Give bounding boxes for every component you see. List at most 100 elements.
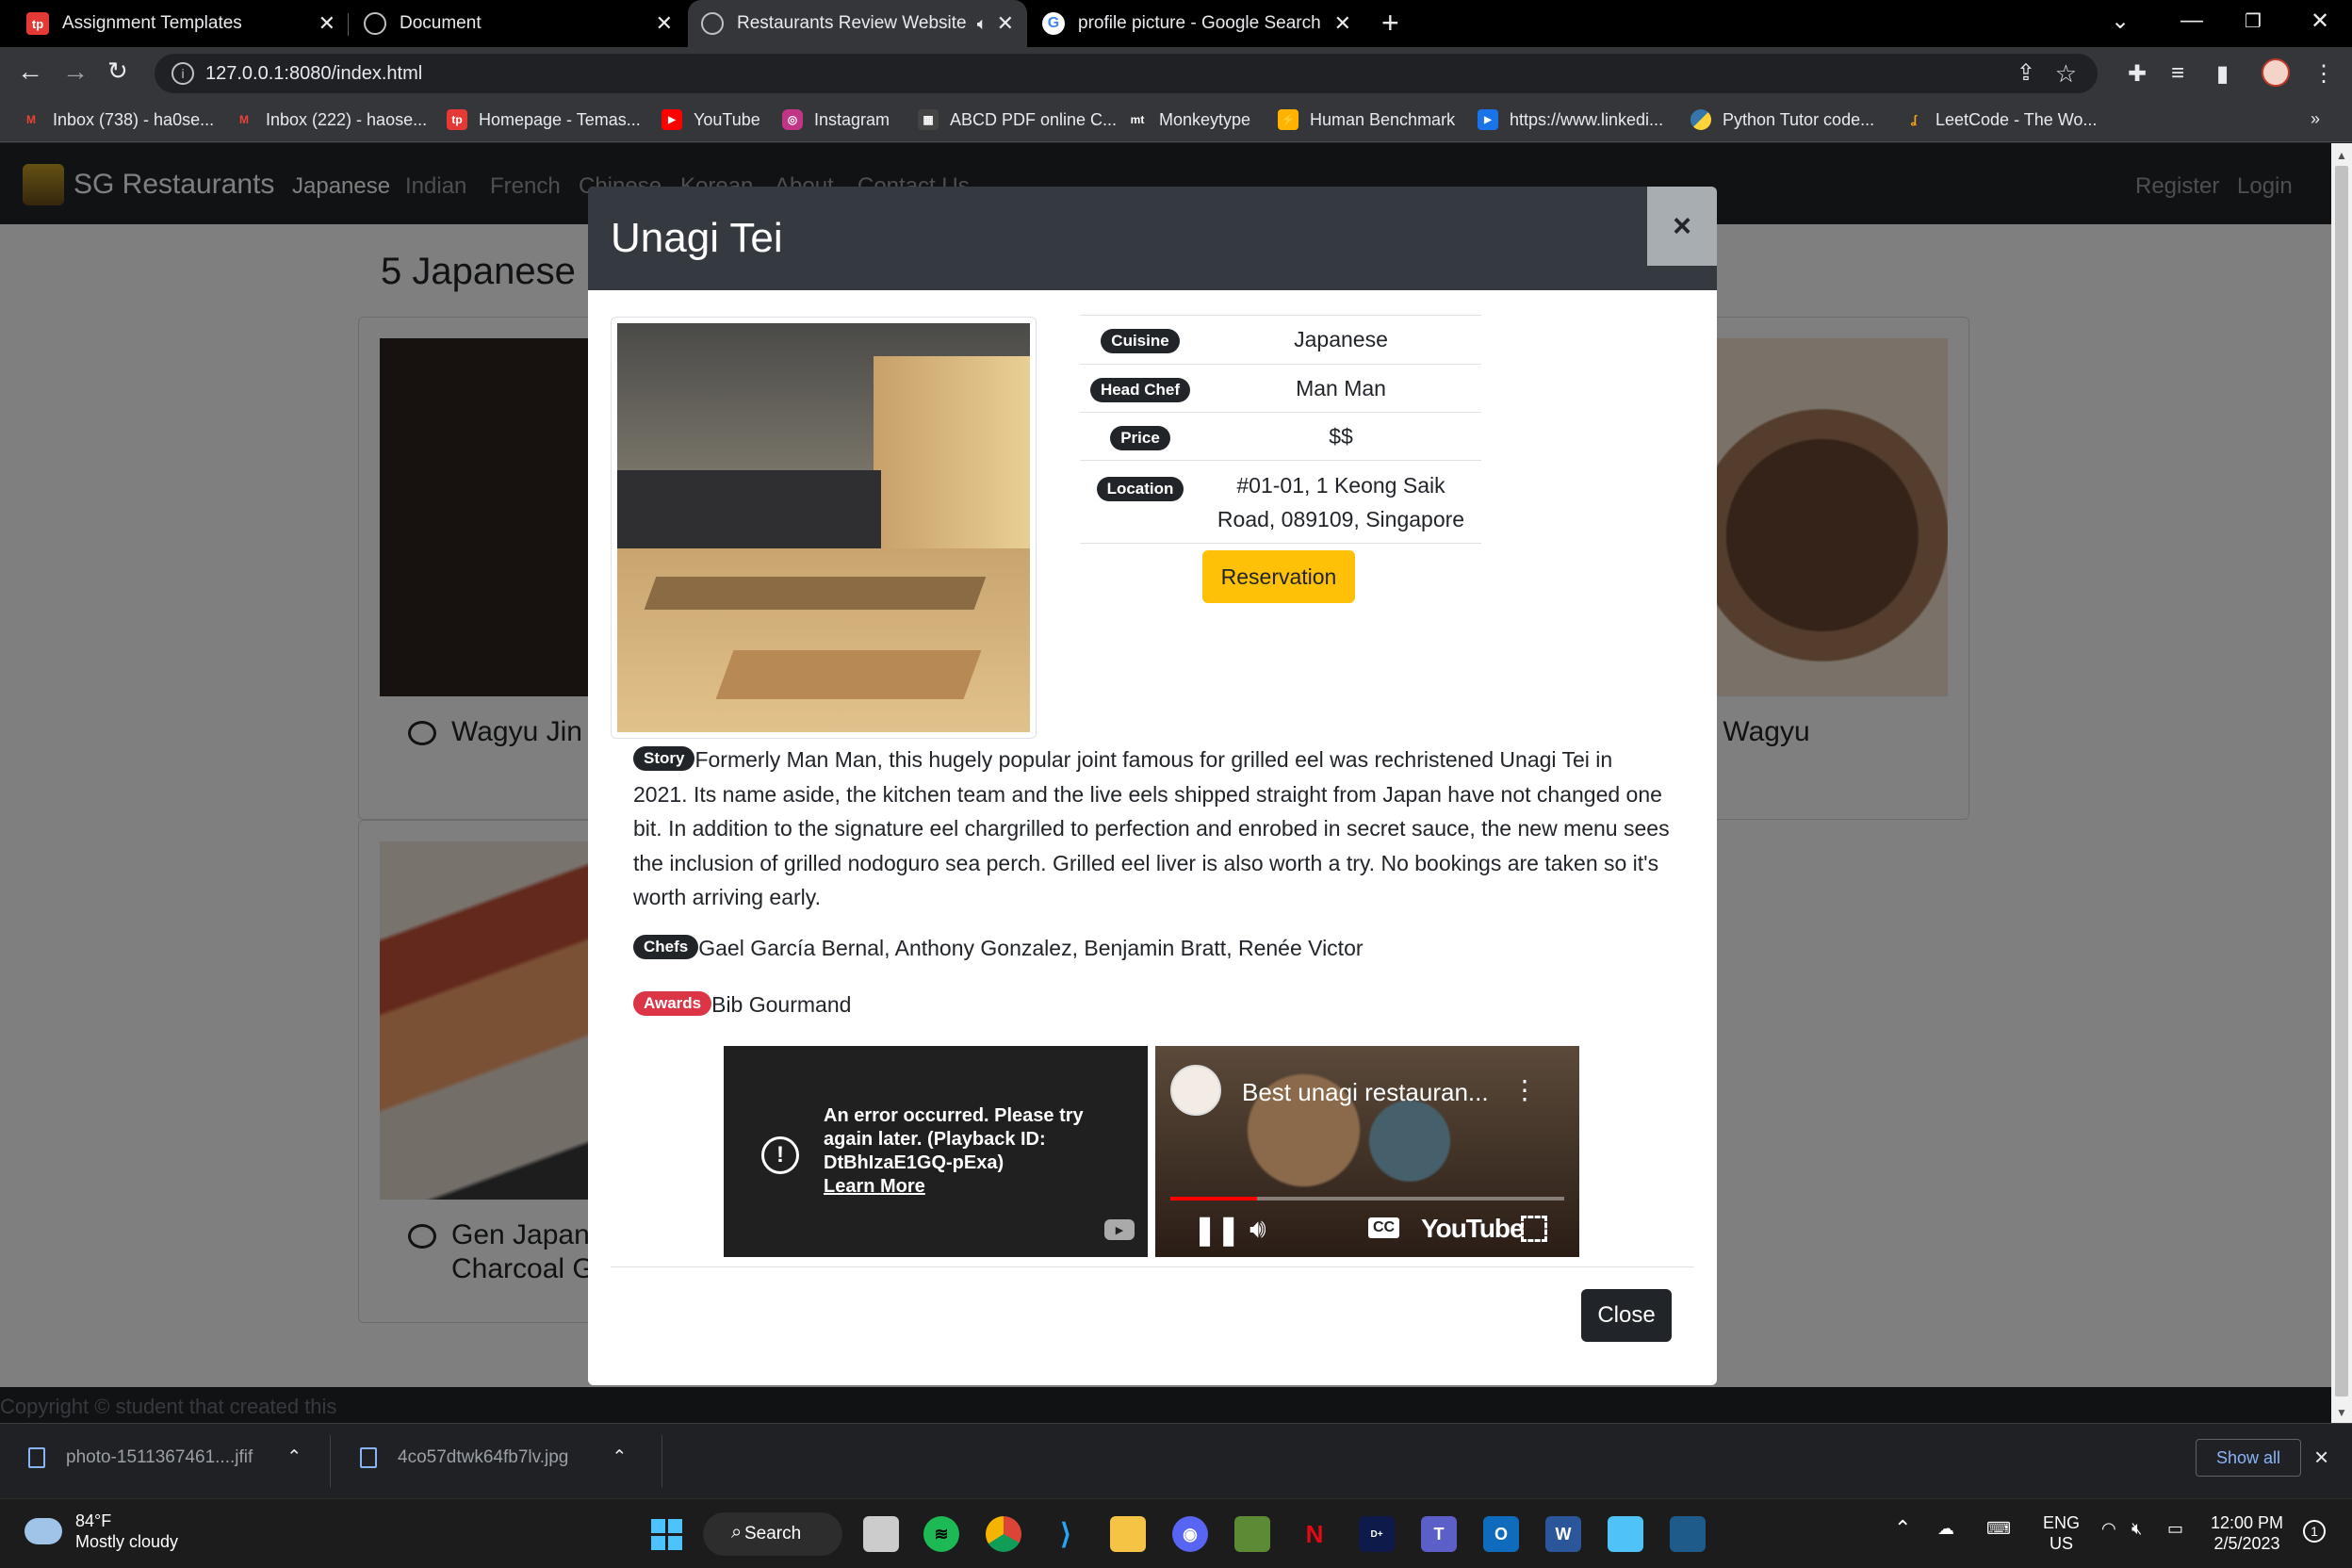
- back-icon[interactable]: ←: [17, 57, 43, 87]
- bookmark-star-icon[interactable]: ☆: [2055, 59, 2077, 89]
- start-icon[interactable]: [648, 1516, 684, 1552]
- show-all-button[interactable]: Show all: [2196, 1439, 2301, 1477]
- teams-icon[interactable]: T: [1421, 1516, 1457, 1552]
- bookmark-item[interactable]: mt Monkeytype: [1127, 109, 1250, 130]
- bookmark-item[interactable]: ʆ LeetCode - The Wo...: [1903, 109, 2098, 130]
- mute-icon[interactable]: 🔇︎: [2132, 1518, 2142, 1539]
- keyboard-icon[interactable]: ⌨: [1986, 1518, 2011, 1539]
- battery-icon[interactable]: ▭: [2167, 1518, 2183, 1539]
- minimize-icon[interactable]: —: [2180, 8, 2203, 34]
- speaker-icon[interactable]: 🔈︎: [977, 14, 988, 34]
- extensions-icon[interactable]: ✚: [2128, 60, 2147, 88]
- outlook-icon[interactable]: O: [1483, 1516, 1519, 1552]
- netflix-icon[interactable]: N: [1297, 1516, 1332, 1552]
- bookmark-item[interactable]: Python Tutor code...: [1690, 109, 1874, 130]
- chevron-up-icon[interactable]: ⌃: [286, 1446, 302, 1468]
- cloud-icon: [24, 1518, 62, 1544]
- reload-icon[interactable]: ↻: [107, 57, 128, 86]
- menu-icon[interactable]: ⋮: [2312, 60, 2335, 88]
- bookmark-item[interactable]: tp Homepage - Temas...: [447, 109, 641, 130]
- error-message: An error occurred. Please try again late…: [824, 1104, 1084, 1199]
- video-title[interactable]: Best unagi restauran...: [1242, 1078, 1489, 1107]
- learn-more-link[interactable]: Learn More: [824, 1175, 1084, 1199]
- file-explorer-icon[interactable]: [1110, 1516, 1146, 1552]
- youtube-wordmark[interactable]: YouTube: [1421, 1214, 1525, 1244]
- gmail-icon: M: [239, 113, 249, 126]
- profile-avatar[interactable]: [2262, 58, 2290, 87]
- location-line: Road, 089109, Singapore: [1217, 506, 1465, 531]
- globe-icon: [364, 12, 386, 35]
- video-embed-error[interactable]: ! An error occurred. Please try again la…: [724, 1046, 1148, 1257]
- tab-search-icon[interactable]: ⌄: [2111, 8, 2130, 35]
- close-tab-icon[interactable]: ✕: [1334, 11, 1351, 36]
- cc-icon[interactable]: CC: [1368, 1217, 1400, 1238]
- bookmarks-bar: M Inbox (738) - ha0se... M Inbox (222) - h…: [0, 100, 2352, 142]
- minecraft-icon[interactable]: [1234, 1516, 1270, 1552]
- snipping-tool-icon[interactable]: [1670, 1516, 1706, 1552]
- youtube-logo-icon[interactable]: ▶: [1104, 1219, 1135, 1240]
- spotify-icon[interactable]: ≋: [923, 1516, 959, 1552]
- weather-widget[interactable]: 84°F Mostly cloudy: [24, 1511, 178, 1552]
- address-bar[interactable]: i 127.0.0.1:8080/index.html ⇪ ☆: [155, 54, 2098, 93]
- tab-restaurants-review[interactable]: Restaurants Review Website 🔈︎ ✕: [688, 0, 1027, 47]
- discord-icon[interactable]: ◉: [1172, 1516, 1208, 1552]
- taskbar-search[interactable]: ⌕ Search: [703, 1512, 842, 1556]
- bookmark-item[interactable]: ◎ Instagram: [782, 109, 890, 130]
- table-divider: [1080, 543, 1481, 544]
- channel-avatar[interactable]: [1170, 1065, 1221, 1116]
- scroll-thumb[interactable]: [2335, 166, 2348, 1396]
- restore-icon[interactable]: ❐: [2245, 9, 2262, 33]
- time-text: 12:00 PM: [2211, 1513, 2284, 1532]
- bookmark-label: YouTube: [694, 109, 760, 129]
- download-item[interactable]: photo-1511367461....jfif ⌃: [28, 1446, 302, 1468]
- bookmark-item[interactable]: ▶ YouTube: [662, 109, 760, 130]
- bookmark-item[interactable]: ▦ ABCD PDF online C...: [918, 109, 1117, 130]
- scroll-up-icon[interactable]: ▲: [2336, 149, 2347, 162]
- window-close-icon[interactable]: ✕: [2311, 8, 2329, 35]
- video-menu-icon[interactable]: ⋮: [1511, 1074, 1538, 1105]
- video-embed-player[interactable]: Best unagi restauran... ⋮ ❚❚ 🔊︎ CC YouTu…: [1155, 1046, 1579, 1257]
- media-control-icon[interactable]: ≡: [2171, 60, 2184, 87]
- chrome-icon[interactable]: [986, 1516, 1021, 1552]
- bookmark-label: Monkeytype: [1159, 109, 1251, 129]
- site-info-icon[interactable]: i: [172, 62, 194, 85]
- scroll-down-icon[interactable]: ▼: [2336, 1406, 2347, 1419]
- tray-overflow-icon[interactable]: ⌃: [1894, 1518, 1911, 1539]
- modal-close-x-button[interactable]: ×: [1647, 187, 1717, 266]
- chevron-up-icon[interactable]: ⌃: [612, 1446, 627, 1468]
- bookmark-item[interactable]: M Inbox (222) - haose...: [234, 109, 427, 130]
- forward-icon[interactable]: →: [62, 57, 89, 87]
- word-icon[interactable]: W: [1545, 1516, 1581, 1552]
- tab-assignment-templates[interactable]: tp Assignment Templates ✕: [13, 0, 349, 47]
- disney-plus-icon[interactable]: D+: [1359, 1516, 1395, 1552]
- bookmark-item[interactable]: M Inbox (738) - ha0se...: [21, 109, 214, 130]
- pause-icon[interactable]: ❚❚: [1193, 1214, 1240, 1247]
- onedrive-icon[interactable]: ☁: [1937, 1518, 1954, 1539]
- side-panel-icon[interactable]: ▮: [2216, 60, 2229, 88]
- share-icon[interactable]: ⇪: [2017, 59, 2035, 87]
- close-tab-icon[interactable]: ✕: [997, 11, 1014, 36]
- tab-document[interactable]: Document ✕: [351, 0, 686, 47]
- bookmark-item[interactable]: ⚡ Human Benchmark: [1278, 109, 1455, 130]
- clock[interactable]: 12:00 PM 2/5/2023: [2211, 1512, 2283, 1554]
- download-item[interactable]: 4co57dtwk64fb7lv.jpg ⌃: [360, 1446, 627, 1468]
- more-bookmarks[interactable]: »: [2311, 109, 2320, 129]
- close-tab-icon[interactable]: ✕: [656, 11, 673, 36]
- vscode-icon[interactable]: ⟩: [1048, 1516, 1084, 1552]
- notepad-icon[interactable]: [1608, 1516, 1643, 1552]
- close-downloads-icon[interactable]: ×: [2314, 1443, 2328, 1472]
- tab-google-search[interactable]: G profile picture - Google Search ✕: [1029, 0, 1364, 47]
- bookmark-item[interactable]: ▶ https://www.linkedi...: [1478, 109, 1663, 130]
- video-progress-track[interactable]: [1170, 1197, 1564, 1200]
- language-indicator[interactable]: ENG US: [2043, 1512, 2080, 1554]
- volume-icon[interactable]: 🔊︎: [1250, 1214, 1266, 1245]
- fullscreen-icon[interactable]: [1521, 1216, 1547, 1242]
- reservation-button[interactable]: Reservation: [1202, 550, 1355, 603]
- close-button[interactable]: Close: [1581, 1289, 1672, 1342]
- close-tab-icon[interactable]: ✕: [318, 11, 335, 36]
- notification-badge[interactable]: 1: [2303, 1520, 2326, 1543]
- wifi-icon[interactable]: ◠: [2101, 1518, 2116, 1539]
- task-view-icon[interactable]: [863, 1516, 899, 1552]
- page-scrollbar[interactable]: ▲ ▼: [2331, 143, 2352, 1423]
- new-tab-button[interactable]: +: [1381, 6, 1399, 41]
